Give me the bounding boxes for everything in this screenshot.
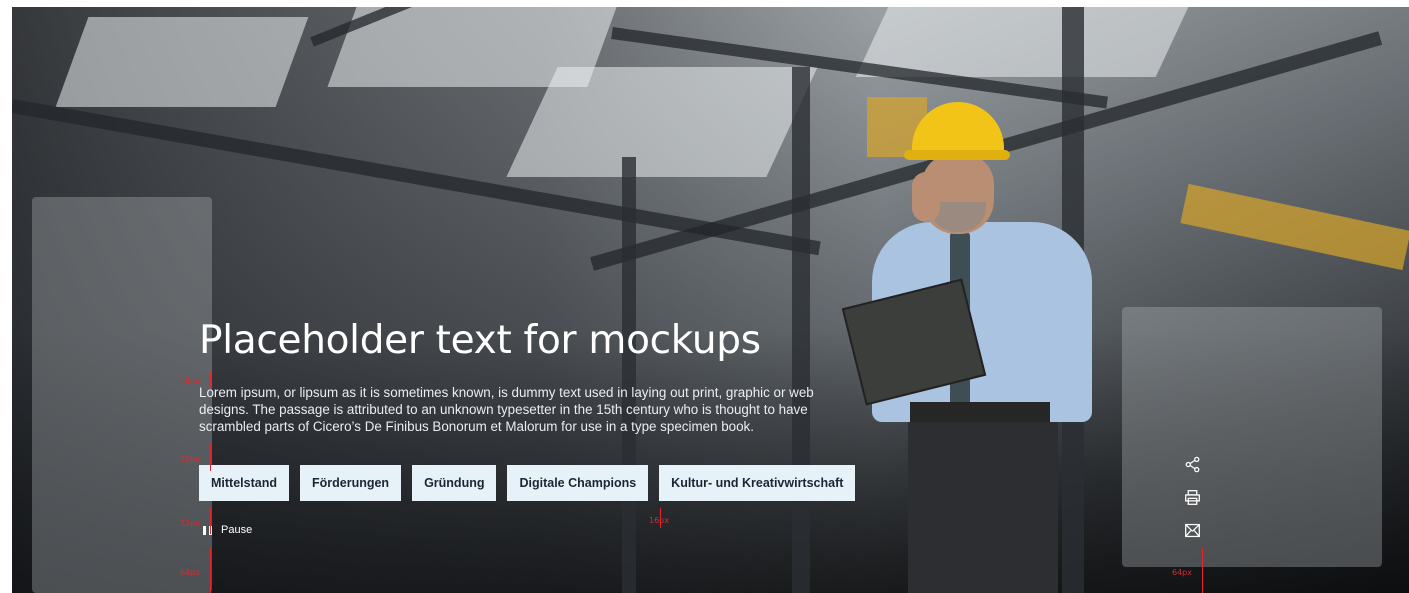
blurred-machine	[1122, 307, 1382, 567]
spacing-guide	[210, 372, 211, 388]
spacing-guide	[210, 443, 211, 471]
spacing-guide	[210, 508, 211, 534]
ceiling-panel	[855, 7, 1189, 77]
spacing-guide	[210, 548, 211, 593]
tag-list: Mittelstand Förderungen Gründung Digital…	[199, 465, 856, 501]
share-icon	[1185, 456, 1199, 472]
tag-foerderungen[interactable]: Förderungen	[299, 465, 402, 501]
spacing-label: 40px	[180, 455, 200, 464]
worker-pants	[908, 422, 1058, 593]
worker-hand-phone	[912, 172, 940, 222]
crane-beam	[1180, 183, 1409, 271]
spacing-label: 24px	[180, 377, 200, 386]
print-icon	[1184, 489, 1200, 505]
spacing-label: 32px	[180, 519, 200, 528]
hero-content: Placeholder text for mockups Lorem ipsum…	[199, 315, 879, 435]
hero-title: Placeholder text for mockups	[199, 318, 761, 363]
tag-kultur-kreativwirtschaft[interactable]: Kultur- und Kreativwirtschaft	[659, 465, 856, 501]
action-bar	[1182, 454, 1202, 540]
spacing-label: 64px	[180, 568, 200, 577]
spacing-label: 16px	[649, 516, 669, 525]
ceiling-panel	[55, 17, 309, 107]
spacing-guide	[1202, 548, 1203, 593]
hero-description: Lorem ipsum, or lipsum as it is sometime…	[199, 385, 814, 434]
share-button[interactable]	[1182, 454, 1202, 474]
print-button[interactable]	[1182, 487, 1202, 507]
email-button[interactable]	[1182, 520, 1202, 540]
ceiling-panel	[506, 67, 818, 177]
worker-belt	[910, 402, 1050, 424]
spacing-label: 64px	[1172, 568, 1192, 577]
tag-gruendung[interactable]: Gründung	[412, 465, 497, 501]
hard-hat-brim	[904, 150, 1010, 160]
pause-label: Pause	[221, 524, 253, 536]
tag-digitale-champions[interactable]: Digitale Champions	[507, 465, 649, 501]
blurred-machine	[32, 197, 212, 593]
mail-icon	[1184, 523, 1200, 537]
tag-mittelstand[interactable]: Mittelstand	[199, 465, 289, 501]
